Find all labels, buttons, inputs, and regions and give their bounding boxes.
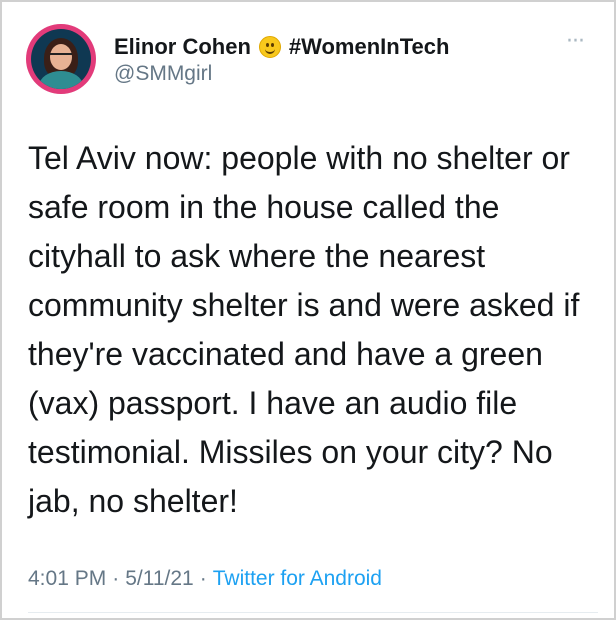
tweet-card: Elinor Cohen #WomenInTech @SMMgirl ··· T… bbox=[0, 0, 616, 620]
tweet-time[interactable]: 4:01 PM bbox=[28, 567, 106, 590]
author-name-row[interactable]: Elinor Cohen #WomenInTech bbox=[114, 30, 449, 64]
avatar[interactable] bbox=[26, 24, 96, 94]
avatar-shirt bbox=[39, 71, 83, 89]
smiling-face-icon bbox=[258, 36, 281, 58]
author-handle[interactable]: @SMMgirl bbox=[114, 62, 212, 86]
tweet-metadata: 4:01 PM · 5/11/21 · Twitter for Android bbox=[28, 567, 382, 591]
separator-dot: · bbox=[199, 567, 207, 590]
more-options-icon[interactable]: ··· bbox=[558, 28, 592, 56]
author-hashtag[interactable]: #WomenInTech bbox=[289, 34, 450, 60]
tweet-text: Tel Aviv now: people with no shelter or … bbox=[28, 140, 580, 519]
avatar-glasses bbox=[50, 53, 72, 59]
author-name[interactable]: Elinor Cohen bbox=[114, 34, 251, 60]
tweet-source-link[interactable]: Twitter for Android bbox=[213, 567, 382, 590]
avatar-photo bbox=[31, 29, 91, 89]
tweet-date[interactable]: 5/11/21 bbox=[125, 567, 194, 590]
separator-dot: · bbox=[112, 567, 120, 590]
divider bbox=[28, 612, 598, 613]
emoji-mouth bbox=[264, 46, 275, 54]
